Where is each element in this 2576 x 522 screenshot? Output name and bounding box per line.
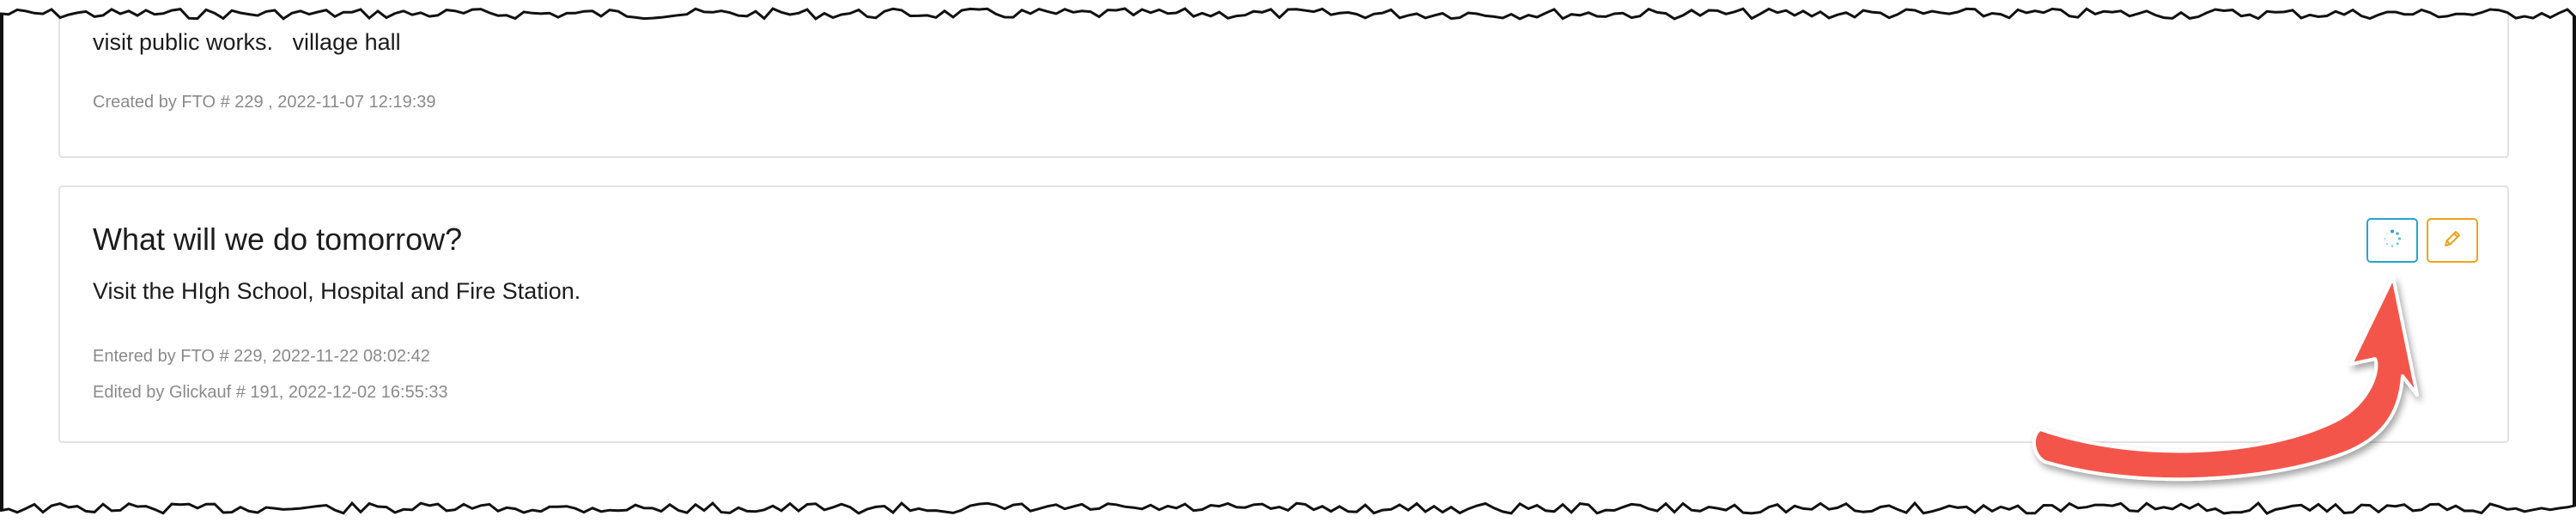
edit-button[interactable] [2427,218,2478,263]
note-entered-meta: Entered by FTO # 229, 2022-11-22 08:02:4… [93,347,430,366]
spinner-icon [2383,229,2402,252]
note-created-meta: Created by FTO # 229 , 2022-11-07 12:19:… [93,93,436,112]
annotation-arrow [2032,276,2419,482]
note-title: What will we do tomorrow? [93,222,463,257]
pencil-icon [2442,228,2463,253]
note-edited-meta: Edited by Glickauf # 191, 2022-12-02 16:… [93,383,448,402]
torn-edge-top [0,0,2576,21]
note-body: Visit the HIgh School, Hospital and Fire… [93,278,581,304]
torn-edge-bottom [0,501,2576,522]
loading-button[interactable] [2366,218,2418,263]
